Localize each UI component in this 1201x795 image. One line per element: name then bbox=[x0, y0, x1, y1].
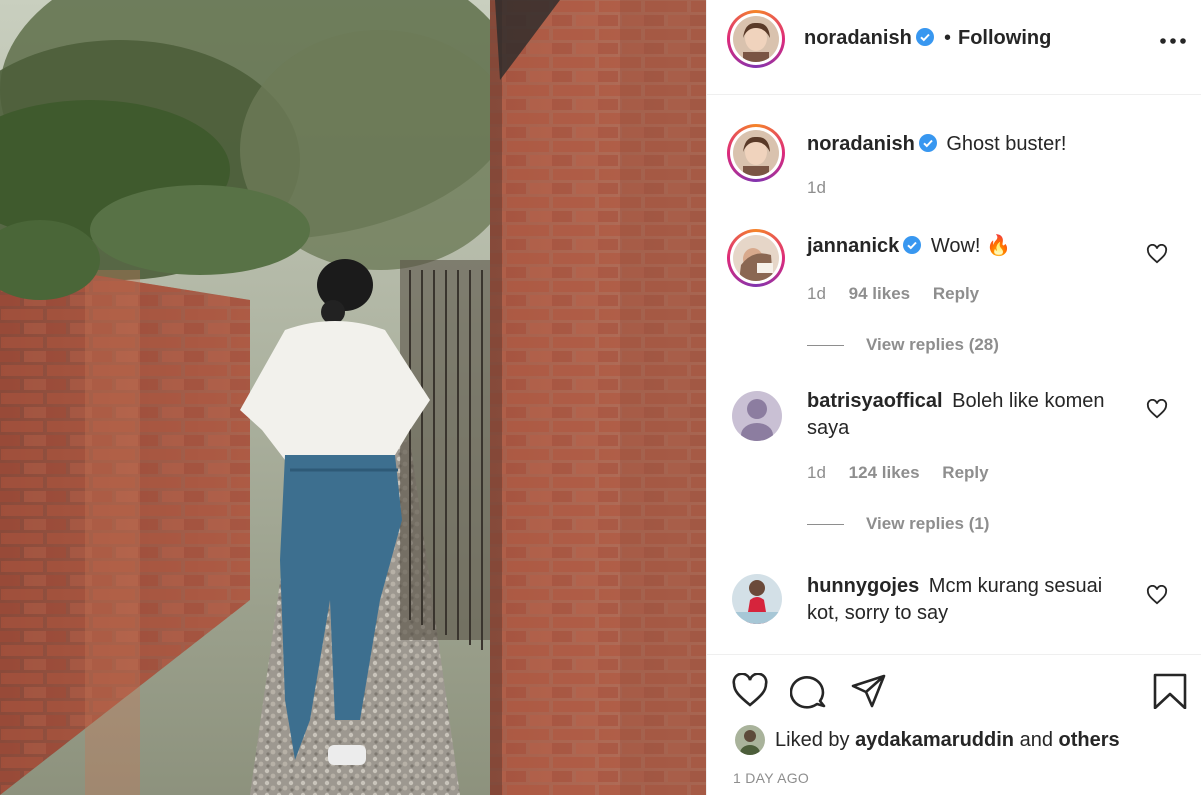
comment-time[interactable]: 1d bbox=[807, 284, 826, 303]
comment-avatar-ring[interactable] bbox=[727, 229, 785, 287]
comments-list[interactable]: noradanish Ghost buster! 1d jannanick Wo… bbox=[707, 96, 1201, 654]
more-horizontal-icon[interactable] bbox=[1159, 37, 1187, 45]
caption-avatar-ring[interactable] bbox=[727, 124, 785, 182]
comment-time[interactable]: 1d bbox=[807, 463, 826, 482]
comment-likes[interactable]: 94 likes bbox=[849, 284, 910, 303]
comment-likes[interactable]: 124 likes bbox=[849, 463, 920, 482]
heart-icon[interactable] bbox=[731, 673, 769, 709]
verified-badge-icon bbox=[915, 28, 934, 46]
comment-username[interactable]: jannanick bbox=[807, 235, 922, 257]
comment-username[interactable]: hunnygojes bbox=[807, 575, 919, 597]
comment-avatar[interactable] bbox=[733, 235, 779, 281]
liked-by-row: Liked by aydakamaruddin and others bbox=[735, 725, 1120, 755]
author-avatar-ring[interactable] bbox=[727, 10, 785, 68]
comment-like-heart-icon[interactable] bbox=[1146, 244, 1168, 264]
comment-icon[interactable] bbox=[790, 673, 828, 709]
liked-by-prefix: Liked by bbox=[775, 728, 850, 751]
view-replies-label: View replies (28) bbox=[866, 335, 999, 354]
post-actions: Liked by aydakamaruddin and others 1 DAY… bbox=[707, 654, 1201, 795]
liked-by-avatar[interactable] bbox=[735, 725, 765, 755]
liked-by-and: and bbox=[1019, 728, 1053, 751]
caption-text: Ghost buster! bbox=[946, 133, 1067, 155]
liked-by-user[interactable]: aydakamaruddin bbox=[855, 729, 1014, 752]
caption-time[interactable]: 1d bbox=[807, 178, 826, 197]
follow-separator: • bbox=[944, 27, 952, 49]
view-replies-button[interactable]: View replies (1) bbox=[807, 514, 989, 534]
share-icon[interactable] bbox=[850, 673, 888, 709]
caption-username[interactable]: noradanish bbox=[807, 133, 937, 155]
post-sidebar: noradanish • Following noradanish Ghost … bbox=[706, 0, 1201, 795]
view-replies-button[interactable]: View replies (28) bbox=[807, 335, 999, 355]
view-replies-line bbox=[807, 523, 844, 525]
comment-username[interactable]: batrisyaoffical bbox=[807, 390, 943, 412]
view-replies-line bbox=[807, 344, 844, 346]
caption-avatar[interactable] bbox=[733, 130, 779, 176]
view-replies-label: View replies (1) bbox=[866, 514, 990, 533]
comment-like-heart-icon[interactable] bbox=[1146, 585, 1168, 605]
post-image bbox=[0, 0, 706, 795]
post-photo[interactable] bbox=[0, 0, 706, 795]
following-button[interactable]: Following bbox=[958, 27, 1051, 50]
comment-like-heart-icon[interactable] bbox=[1146, 399, 1168, 419]
bookmark-icon[interactable] bbox=[1151, 673, 1189, 709]
reply-button[interactable]: Reply bbox=[933, 284, 979, 303]
verified-badge-icon bbox=[903, 236, 922, 254]
liked-by-others[interactable]: others bbox=[1059, 729, 1120, 752]
post-timestamp[interactable]: 1 DAY AGO bbox=[733, 770, 809, 786]
comment-text: Wow! 🔥 bbox=[930, 235, 1011, 257]
comment-avatar[interactable] bbox=[732, 574, 782, 624]
verified-badge-icon bbox=[918, 134, 937, 152]
author-username[interactable]: noradanish bbox=[804, 27, 934, 50]
reply-button[interactable]: Reply bbox=[942, 463, 988, 482]
post-header: noradanish • Following bbox=[707, 0, 1201, 95]
author-avatar[interactable] bbox=[733, 16, 779, 62]
comment-avatar[interactable] bbox=[732, 391, 782, 441]
